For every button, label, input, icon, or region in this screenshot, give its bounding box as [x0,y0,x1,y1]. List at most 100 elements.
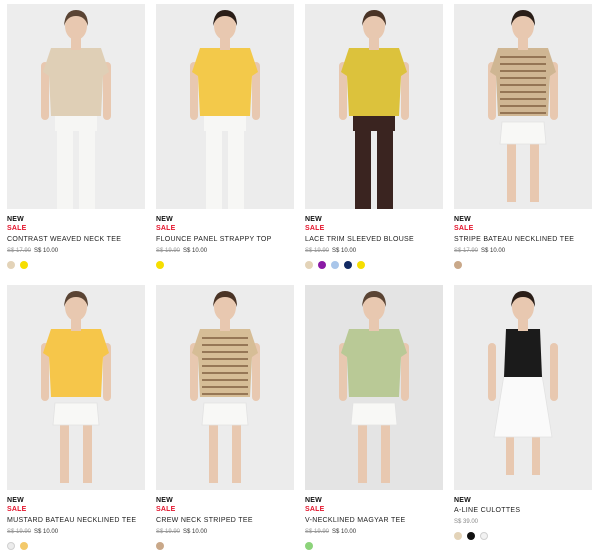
product-name-link[interactable]: FLOUNCE PANEL STRAPPY TOP [156,234,296,246]
sale-badge: SALE [156,506,176,513]
original-price: S$ 19.90 [305,529,330,535]
sale-price: S$ 10.00 [481,248,506,254]
color-swatch[interactable] [156,261,164,269]
new-badge: NEW [305,497,322,504]
figure-shape [350,402,398,426]
color-swatch[interactable] [357,261,365,269]
figure-shape [493,374,553,438]
color-swatch[interactable] [20,542,28,550]
figure-shape [377,124,393,209]
product-photo-figure [156,4,294,209]
product-name-link[interactable]: LACE TRIM SLEEVED BLOUSE [305,234,445,246]
sale-badge: SALE [7,225,27,232]
figure-shape [202,351,248,353]
figure-shape [60,425,69,483]
product-meta: NEW SALE STRIPE BATEAU NECKLINED TEE S$ 17.… [454,209,594,269]
sale-price: S$ 10.00 [34,248,59,254]
sale-price: S$ 10.00 [183,248,208,254]
color-swatch[interactable] [305,261,313,269]
color-swatch[interactable] [20,261,28,269]
figure-shape [500,98,546,100]
color-swatch[interactable] [156,542,164,550]
product-name-link[interactable]: CREW NECK STRIPED TEE [156,515,296,527]
figure-shape [209,425,218,483]
product-image[interactable] [454,285,592,490]
color-swatches [454,532,594,540]
product-card[interactable]: NEW SALE CONTRAST WEAVED NECK TEE S$ 17.90 S… [7,4,147,269]
new-badge: NEW [156,216,173,223]
product-image[interactable] [305,285,443,490]
figure-shape [43,48,109,116]
figure-shape [202,372,248,374]
figure-shape [202,393,248,395]
figure-shape [506,435,514,475]
product-card[interactable]: NEW SALE STRIPE BATEAU NECKLINED TEE S$ 17.… [454,4,594,269]
color-swatch[interactable] [305,542,313,550]
price-row: S$ 19.90 S$ 10.00 [305,247,445,256]
figure-shape [488,343,496,401]
product-name-link[interactable]: CONTRAST WEAVED NECK TEE [7,234,147,246]
sale-badge: SALE [156,225,176,232]
product-name-link[interactable]: MUSTARD BATEAU NECKLINED TEE [7,515,147,527]
sale-badge: SALE [7,506,27,513]
color-swatch[interactable] [480,532,488,540]
original-price: S$ 19.90 [156,248,181,254]
price-row: S$ 17.90 S$ 10.00 [454,247,594,256]
figure-shape [500,105,546,107]
new-badge: NEW [7,497,24,504]
figure-shape [202,344,248,346]
product-image[interactable] [7,285,145,490]
color-swatches [7,261,147,269]
product-card[interactable]: NEW SALE MUSTARD BATEAU NECKLINED TEE S$ 19… [7,285,147,550]
product-meta: NEW SALE MUSTARD BATEAU NECKLINED TEE S$ 19… [7,490,147,550]
product-photo-figure [7,285,145,490]
product-photo-figure [305,285,443,490]
product-name-link[interactable]: V-NECKLINED MAGYAR TEE [305,515,445,527]
figure-shape [83,425,92,483]
color-swatches [305,542,445,550]
color-swatch[interactable] [344,261,352,269]
new-badge: NEW [454,216,471,223]
color-swatches [305,261,445,269]
sale-price: S$ 10.00 [332,248,357,254]
color-swatch[interactable] [318,261,326,269]
product-card[interactable]: NEW SALE FLOUNCE PANEL STRAPPY TOP S$ 19.90… [156,4,296,269]
product-image[interactable] [305,4,443,209]
color-swatch[interactable] [7,261,15,269]
figure-shape [500,56,546,58]
product-name-link[interactable]: A-LINE CULOTTES [454,505,594,517]
product-meta: NEW SALE V-NECKLINED MAGYAR TEE S$ 19.90 S$ … [305,490,445,550]
figure-shape [202,386,248,388]
product-image[interactable] [7,4,145,209]
figure-shape [57,124,73,209]
product-name-link[interactable]: STRIPE BATEAU NECKLINED TEE [454,234,594,246]
color-swatches [7,542,147,550]
product-grid: NEW SALE CONTRAST WEAVED NECK TEE S$ 17.90 S… [0,0,600,556]
original-price: S$ 17.90 [454,248,479,254]
product-card[interactable]: NEW A-LINE CULOTTES S$ 39.00 [454,285,594,540]
product-meta: NEW SALE CONTRAST WEAVED NECK TEE S$ 17.90 S… [7,209,147,269]
product-meta: NEW A-LINE CULOTTES S$ 39.00 [454,490,594,540]
color-swatch[interactable] [467,532,475,540]
product-image[interactable] [454,4,592,209]
color-swatch[interactable] [454,261,462,269]
figure-shape [201,402,249,426]
product-card[interactable]: NEW SALE V-NECKLINED MAGYAR TEE S$ 19.90 S$ … [305,285,445,550]
original-price: S$ 19.90 [156,529,181,535]
product-image[interactable] [156,4,294,209]
sale-price: S$ 10.00 [183,529,208,535]
figure-shape [507,144,516,202]
product-image[interactable] [156,285,294,490]
product-meta: NEW SALE FLOUNCE PANEL STRAPPY TOP S$ 19.90… [156,209,296,269]
price-row: S$ 19.90 S$ 10.00 [156,247,296,256]
figure-shape [500,91,546,93]
color-swatch[interactable] [331,261,339,269]
figure-shape [358,425,367,483]
new-badge: NEW [7,216,24,223]
color-swatch[interactable] [7,542,15,550]
color-swatch[interactable] [454,532,462,540]
product-card[interactable]: NEW SALE LACE TRIM SLEEVED BLOUSE S$ 19.90 S… [305,4,445,269]
figure-shape [500,70,546,72]
product-card[interactable]: NEW SALE CREW NECK STRIPED TEE S$ 19.90 S$ 1… [156,285,296,550]
sale-price: S$ 10.00 [34,529,59,535]
